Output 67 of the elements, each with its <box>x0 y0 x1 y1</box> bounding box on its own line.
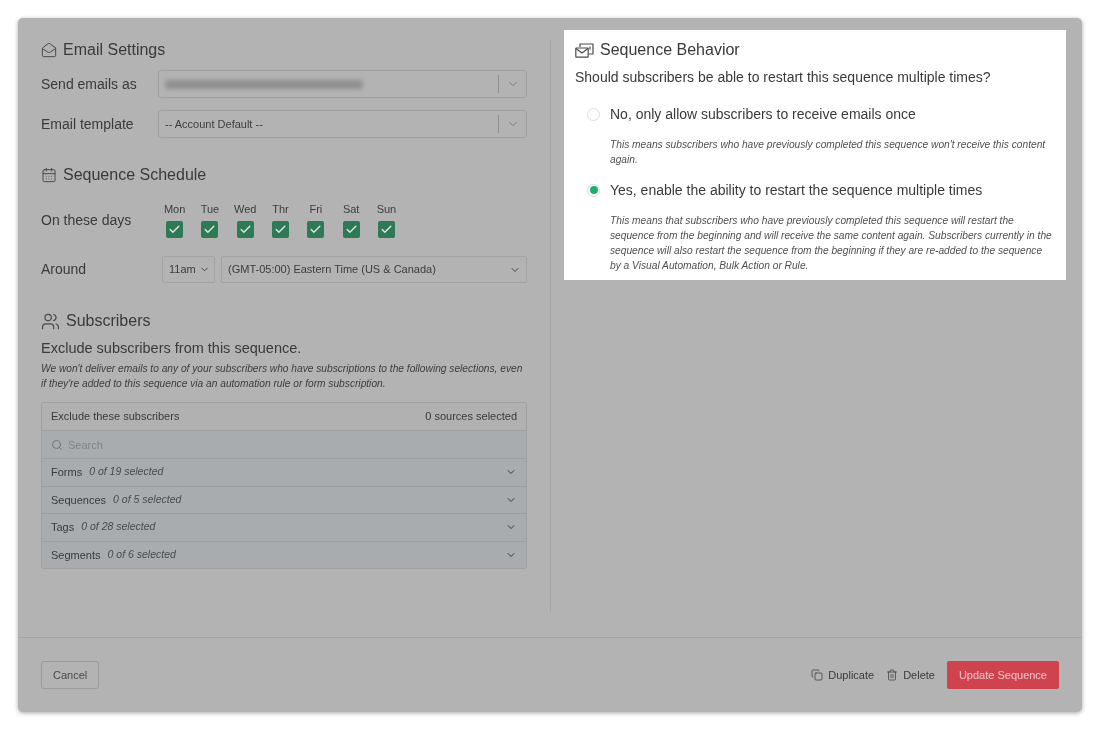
calendar-icon <box>41 167 57 183</box>
option-description: This means that subscribers who have previously completed this sequence will restart the sequence from the beginning and will receive the same content again. Subscribers currently in the sequence will also restart the sequence from the beginning if they are re-added to the sequence by a Visual Automation, Bulk Action or Rule. <box>610 214 1053 273</box>
select-field[interactable] <box>158 70 527 98</box>
delete-button[interactable]: Delete <box>886 666 935 684</box>
day-label: Fri <box>309 202 323 216</box>
section-title: Subscribers <box>66 311 151 331</box>
selection-count: 0 of 6 selected <box>107 546 176 562</box>
day-checkbox[interactable] <box>342 221 360 238</box>
selection-count: 0 of 19 selected <box>89 464 164 480</box>
radio-label: No, only allow subscribers to receive emails once <box>610 105 916 124</box>
exclusion-note: We won't deliver emails to any of your subscribers who have subscriptions to the following selections, even if they're added to this sequence via an automation rule or form subscription. <box>41 362 524 391</box>
users-icon <box>41 311 60 331</box>
accordion-row[interactable]: Forms 0 of 19 selected <box>42 458 526 486</box>
selection-count: 0 of 28 selected <box>81 519 156 535</box>
checkmark-icon <box>274 223 288 236</box>
update-sequence-button[interactable]: Update Sequence <box>946 661 1059 689</box>
duplicate-button[interactable]: Duplicate <box>811 666 875 684</box>
day-checkbox[interactable] <box>201 221 219 238</box>
envelope-stack-icon <box>575 42 594 58</box>
envelope-open-icon <box>41 42 57 58</box>
group-name: Sequences <box>51 492 107 508</box>
option-description: This means subscribers who have previously completed this sequence won't receive this content again. <box>610 138 1047 167</box>
checkmark-icon <box>203 223 217 236</box>
copy-icon <box>811 669 824 681</box>
field-label: Send emails as <box>41 74 138 94</box>
checkmark-icon <box>309 223 323 236</box>
day-checkbox[interactable] <box>377 221 395 238</box>
radio-button[interactable] <box>587 107 600 121</box>
day-checkbox[interactable] <box>307 221 325 238</box>
timezone-select[interactable]: (GMT-05:00) Eastern Time (US & Canada) <box>221 256 527 283</box>
trash-icon <box>886 669 899 681</box>
section-subtitle: Exclude subscribers from this sequence. <box>41 339 303 358</box>
day-label: Mon <box>163 202 186 216</box>
group-name: Forms <box>51 465 83 480</box>
panel-title: Exclude these subscribers <box>51 409 180 425</box>
day-label: Thr <box>272 202 289 216</box>
section-title: Sequence Schedule <box>63 165 207 185</box>
section-title: Sequence Behavior <box>600 40 740 60</box>
search-icon <box>51 438 63 451</box>
field-label: Around <box>41 260 88 279</box>
day-label: Wed <box>234 202 257 216</box>
select-field[interactable]: -- Account Default -- <box>158 110 527 138</box>
radio-label: Yes, enable the ability to restart the sequence multiple times <box>610 181 983 200</box>
day-label: Sat <box>342 202 360 216</box>
day-checkbox[interactable] <box>272 221 290 238</box>
day-checkbox[interactable] <box>236 221 254 238</box>
accordion-row[interactable]: Segments 0 of 6 selected <box>42 540 526 568</box>
day-checkbox[interactable] <box>166 221 184 238</box>
day-label: Tue <box>200 202 220 216</box>
field-label: On these days <box>41 210 133 230</box>
sources-count: 0 sources selected <box>425 409 517 425</box>
group-name: Tags <box>51 520 75 535</box>
time-select[interactable]: 11am <box>162 256 215 283</box>
cancel-button[interactable]: Cancel <box>41 661 100 689</box>
field-label: Email template <box>41 114 135 134</box>
accordion-row[interactable]: Sequences 0 of 5 selected <box>42 485 526 513</box>
selection-count: 0 of 5 selected <box>113 491 182 507</box>
radio-button[interactable] <box>587 183 600 197</box>
checkmark-icon <box>379 223 393 236</box>
checkmark-icon <box>344 223 358 236</box>
checkmark-icon <box>168 223 182 236</box>
behavior-question: Should subscribers be able to restart this sequence multiple times? <box>575 68 992 87</box>
group-name: Segments <box>51 547 101 563</box>
checkmark-icon <box>238 223 252 236</box>
accordion-row[interactable]: Tags 0 of 28 selected <box>42 513 526 541</box>
day-label: Sun <box>376 202 397 216</box>
section-title: Email Settings <box>63 40 166 60</box>
